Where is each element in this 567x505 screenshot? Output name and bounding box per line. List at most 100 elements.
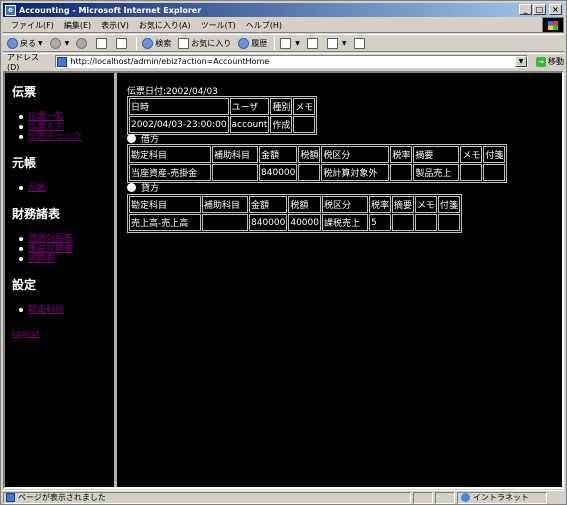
- sidebar-item: 試算表: [19, 254, 114, 264]
- security-zone-panel: イントラネット: [457, 491, 547, 504]
- table-cell: [390, 164, 413, 181]
- menu-tools[interactable]: ツール(T): [201, 20, 236, 31]
- go-button[interactable]: → 移動: [536, 56, 564, 67]
- debit-table: 勘定科目 補助科目 金額 税額 税区分 税率 摘要 メモ 付箋 当座資産-売掛金…: [127, 144, 508, 183]
- stop-button[interactable]: [76, 37, 89, 49]
- sidebar-link-income-statement[interactable]: 損益計算書: [28, 244, 73, 254]
- sidebar: 伝票 伝票一覧 伝票入力 伝票チェック 元帳 元帳 財務諸表 貸借対照表 損益計…: [5, 73, 117, 487]
- sidebar-heading-voucher: 伝票: [12, 85, 37, 99]
- edit-button[interactable]: ▼: [326, 37, 347, 49]
- logout-link[interactable]: Logout: [12, 329, 114, 338]
- voucher-header-table: 日時 ユーザ 種別 メモ 2002/04/03-23:00:00 account…: [127, 96, 318, 135]
- print-button[interactable]: [306, 37, 320, 49]
- sidebar-link-accounts[interactable]: 勘定科目: [28, 305, 64, 315]
- column-header: メモ: [460, 146, 483, 163]
- sidebar-list-voucher: 伝票一覧 伝票入力 伝票チェック: [19, 112, 114, 142]
- table-cell: [293, 116, 316, 133]
- table-cell: 840000: [249, 214, 288, 231]
- maximize-button[interactable]: □: [533, 4, 546, 15]
- column-header: 摘要: [413, 146, 460, 163]
- menu-help[interactable]: ヘルプ(H): [246, 20, 282, 31]
- close-button[interactable]: ×: [549, 4, 562, 15]
- table-cell: 課税売上: [322, 214, 368, 231]
- sidebar-list-statements: 貸借対照表 損益計算書 試算表: [19, 234, 114, 264]
- column-header: 税額: [288, 196, 321, 213]
- toolbar-separator: [274, 36, 276, 50]
- menu-view[interactable]: 表示(V): [101, 20, 129, 31]
- table-cell: [212, 164, 258, 181]
- favorites-label: お気に入り: [191, 38, 232, 48]
- column-header: 金額: [259, 146, 298, 163]
- table-cell: 5: [369, 214, 392, 231]
- mail-button[interactable]: ▼: [280, 37, 300, 49]
- sidebar-item: 伝票一覧: [19, 112, 114, 122]
- mail-icon: [280, 37, 292, 49]
- browser-window: e Accounting - Microsoft Internet Explor…: [0, 0, 567, 505]
- favorites-button[interactable]: お気に入り: [178, 37, 232, 49]
- table-cell: 840000: [259, 164, 298, 181]
- sidebar-link-voucher-check[interactable]: 伝票チェック: [28, 132, 82, 142]
- sidebar-link-voucher-list[interactable]: 伝票一覧: [28, 112, 64, 122]
- menu-bar: ファイル(F) 編集(E) 表示(V) お気に入り(A) ツール(T) ヘルプ(…: [3, 18, 564, 33]
- table-cell: 製品売上: [413, 164, 460, 181]
- history-icon: [238, 37, 250, 49]
- title-bar[interactable]: e Accounting - Microsoft Internet Explor…: [3, 3, 564, 17]
- bullet-icon: [127, 134, 136, 143]
- column-header: ユーザ: [229, 98, 270, 115]
- column-header: 金額: [249, 196, 288, 213]
- sidebar-link-voucher-entry[interactable]: 伝票入力: [28, 122, 64, 132]
- column-header: 税額: [298, 146, 321, 163]
- home-button[interactable]: [116, 37, 129, 49]
- table-cell: 当座資産-売掛金: [129, 164, 211, 181]
- sidebar-list-ledger: 元帳: [19, 183, 114, 193]
- column-header: 種別: [270, 98, 293, 115]
- status-message: ページが表示されました: [18, 493, 106, 502]
- sidebar-item: 伝票入力: [19, 122, 114, 132]
- menu-file[interactable]: ファイル(F): [11, 20, 54, 31]
- table-cell: 税計算対象外: [321, 164, 390, 181]
- minimize-button[interactable]: _: [519, 4, 532, 15]
- sidebar-link-ledger[interactable]: 元帳: [28, 183, 46, 193]
- column-header: 日時: [129, 98, 229, 115]
- address-dropdown-button[interactable]: ▼: [515, 56, 528, 67]
- search-button[interactable]: 検索: [142, 37, 172, 49]
- address-input[interactable]: http://localhost/admin/ebiz?action=Accou…: [55, 55, 529, 68]
- table-cell: [483, 164, 506, 181]
- search-label: 検索: [155, 38, 172, 48]
- column-header: 付箋: [438, 196, 461, 213]
- column-header: 税率: [369, 196, 392, 213]
- table-cell: [202, 214, 248, 231]
- sidebar-link-trial-balance[interactable]: 試算表: [28, 254, 55, 264]
- back-button[interactable]: 戻る ▼: [7, 37, 43, 49]
- discuss-button[interactable]: [353, 37, 367, 49]
- column-header: 税率: [390, 146, 413, 163]
- refresh-button[interactable]: [96, 37, 109, 49]
- sidebar-link-balance-sheet[interactable]: 貸借対照表: [28, 234, 73, 244]
- toolbar-separator: [136, 36, 138, 50]
- table-cell: account: [229, 116, 270, 133]
- table-header-row: 勘定科目 補助科目 金額 税額 税区分 税率 摘要 メモ 付箋: [129, 196, 461, 213]
- forward-button[interactable]: ▼: [49, 37, 69, 49]
- menu-favorites[interactable]: お気に入り(A): [139, 20, 191, 31]
- sidebar-item: 貸借対照表: [19, 234, 114, 244]
- table-header-row: 勘定科目 補助科目 金額 税額 税区分 税率 摘要 メモ 付箋: [129, 146, 506, 163]
- search-icon: [142, 37, 154, 49]
- address-label: アドレス(D): [7, 52, 39, 72]
- print-icon: [306, 37, 318, 49]
- ie-icon: e: [5, 4, 16, 16]
- stop-icon: [76, 37, 88, 49]
- back-arrow-icon: [7, 37, 18, 49]
- column-header: 付箋: [483, 146, 506, 163]
- go-arrow-icon: →: [536, 56, 547, 67]
- column-header: 勘定科目: [129, 146, 211, 163]
- history-button[interactable]: 履歴: [238, 37, 267, 49]
- discuss-icon: [353, 37, 365, 49]
- column-header: 補助科目: [212, 146, 258, 163]
- table-cell: [392, 214, 415, 231]
- table-cell: [298, 164, 321, 181]
- windows-logo-icon: [542, 17, 564, 33]
- menu-edit[interactable]: 編集(E): [64, 20, 91, 31]
- bullet-icon: [127, 183, 136, 192]
- table-cell: 40000: [288, 214, 321, 231]
- edit-icon: [326, 37, 338, 49]
